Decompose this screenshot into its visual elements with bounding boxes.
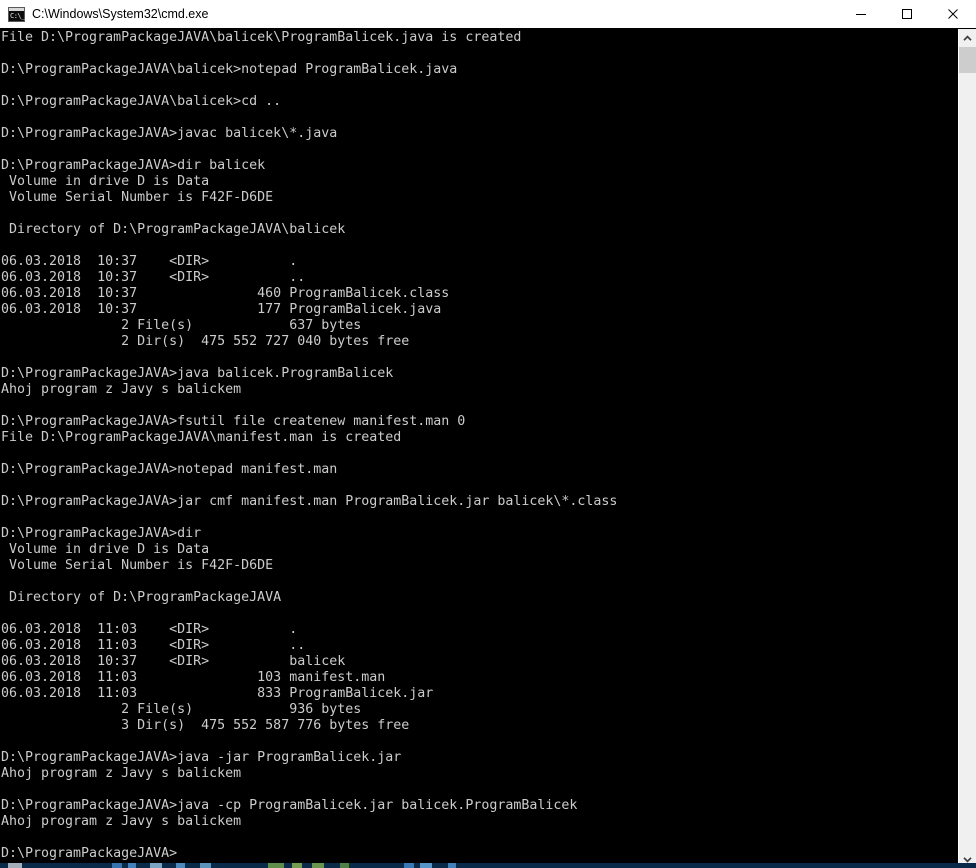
taskbar-icon-fragment[interactable] — [176, 863, 185, 868]
minimize-button[interactable] — [838, 0, 884, 28]
taskbar-icon-fragment[interactable] — [420, 863, 432, 868]
console-line: D:\ProgramPackageJAVA>notepad manifest.m… — [1, 462, 338, 477]
console-line: Volume Serial Number is F42F-D6DE — [1, 190, 274, 205]
scroll-up-arrow[interactable] — [959, 29, 976, 47]
console-line: 06.03.2018 10:37 177 ProgramBalicek.java — [1, 302, 442, 317]
console-line: D:\ProgramPackageJAVA>fsutil file create… — [1, 414, 466, 429]
console-line: File D:\ProgramPackageJAVA\balicek\Progr… — [1, 30, 522, 45]
chevron-up-icon — [963, 34, 972, 41]
console-line: 06.03.2018 10:37 <DIR> balicek — [1, 654, 346, 669]
console-line: D:\ProgramPackageJAVA>jar cmf manifest.m… — [1, 494, 618, 509]
taskbar-icon-fragment[interactable] — [404, 863, 414, 868]
console-line: D:\ProgramPackageJAVA>java balicek.Progr… — [1, 366, 394, 381]
title-bar-left: C:\_ C:\Windows\System32\cmd.exe — [0, 6, 838, 22]
console-line: 3 Dir(s) 475 552 587 776 bytes free — [1, 718, 410, 733]
console-line: D:\ProgramPackageJAVA>javac balicek\*.ja… — [1, 126, 338, 141]
console-line: 06.03.2018 11:03 <DIR> .. — [1, 638, 306, 653]
console-line: D:\ProgramPackageJAVA>java -jar ProgramB… — [1, 750, 402, 765]
console-line: 2 File(s) 637 bytes — [1, 318, 362, 333]
window-controls — [838, 0, 976, 28]
console-line: 06.03.2018 10:37 <DIR> .. — [1, 270, 306, 285]
console-line: 06.03.2018 10:37 <DIR> . — [1, 254, 298, 269]
maximize-button[interactable] — [884, 0, 930, 28]
console-line: Ahoj program z Javy s balickem — [1, 814, 242, 829]
taskbar-icon-fragment[interactable] — [200, 863, 211, 868]
cmd-window: C:\_ C:\Windows\System32\cmd.exe File D:… — [0, 0, 976, 868]
taskbar-icon-fragment[interactable] — [448, 863, 456, 868]
console-line: D:\ProgramPackageJAVA>dir balicek — [1, 158, 266, 173]
console-line: Volume in drive D is Data — [1, 542, 210, 557]
console-line: D:\ProgramPackageJAVA\balicek>cd .. — [1, 94, 282, 109]
console-line: D:\ProgramPackageJAVA> — [1, 846, 178, 861]
chevron-down-icon — [963, 856, 972, 863]
scrollbar-track[interactable] — [959, 47, 976, 850]
maximize-icon — [902, 9, 912, 19]
console-line: File D:\ProgramPackageJAVA\manifest.man … — [1, 430, 402, 445]
close-icon — [948, 9, 958, 19]
taskbar-icon-fragment[interactable] — [8, 863, 22, 868]
console-area: File D:\ProgramPackageJAVA\balicek\Progr… — [0, 29, 976, 868]
cmd-icon-prompt: C:\_ — [10, 11, 25, 20]
taskbar-icon-fragment[interactable] — [112, 863, 122, 868]
console-line: 06.03.2018 10:37 460 ProgramBalicek.clas… — [1, 286, 450, 301]
console-text: File D:\ProgramPackageJAVA\balicek\Progr… — [0, 29, 958, 862]
console-line: 06.03.2018 11:03 <DIR> . — [1, 622, 298, 637]
console-line: Directory of D:\ProgramPackageJAVA\balic… — [1, 222, 346, 237]
cmd-icon-titlebar — [9, 7, 24, 11]
taskbar-icon-fragment[interactable] — [292, 863, 302, 868]
console-line: 06.03.2018 11:03 103 manifest.man — [1, 670, 386, 685]
taskbar-icon-fragment[interactable] — [150, 863, 162, 868]
taskbar-icon-fragment[interactable] — [312, 863, 324, 868]
cmd-icon: C:\_ — [8, 6, 25, 22]
console-line: 2 Dir(s) 475 552 727 040 bytes free — [1, 334, 410, 349]
console-line: 2 File(s) 936 bytes — [1, 702, 362, 717]
taskbar-icon-fragment[interactable] — [340, 863, 349, 868]
scroll-thumb[interactable] — [959, 47, 976, 73]
console-line: D:\ProgramPackageJAVA>java -cp ProgramBa… — [1, 798, 578, 813]
console-line: D:\ProgramPackageJAVA>dir — [1, 526, 202, 541]
title-bar[interactable]: C:\_ C:\Windows\System32\cmd.exe — [0, 0, 976, 29]
console-line: 06.03.2018 11:03 833 ProgramBalicek.jar — [1, 686, 434, 701]
console-line: Volume Serial Number is F42F-D6DE — [1, 558, 274, 573]
taskbar-icon-fragment[interactable] — [128, 863, 136, 868]
console-line: Ahoj program z Javy s balickem — [1, 382, 242, 397]
console-output[interactable]: File D:\ProgramPackageJAVA\balicek\Progr… — [0, 29, 958, 868]
taskbar-icon-fragment[interactable] — [268, 863, 284, 868]
window-title: C:\Windows\System32\cmd.exe — [32, 7, 209, 21]
close-button[interactable] — [930, 0, 976, 28]
console-line: D:\ProgramPackageJAVA\balicek>notepad Pr… — [1, 62, 458, 77]
taskbar-sliver[interactable] — [0, 863, 976, 868]
console-line: Ahoj program z Javy s balickem — [1, 766, 242, 781]
console-line: Directory of D:\ProgramPackageJAVA — [1, 590, 282, 605]
console-line: Volume in drive D is Data — [1, 174, 210, 189]
minimize-icon — [856, 14, 866, 15]
vertical-scrollbar[interactable] — [958, 29, 976, 868]
